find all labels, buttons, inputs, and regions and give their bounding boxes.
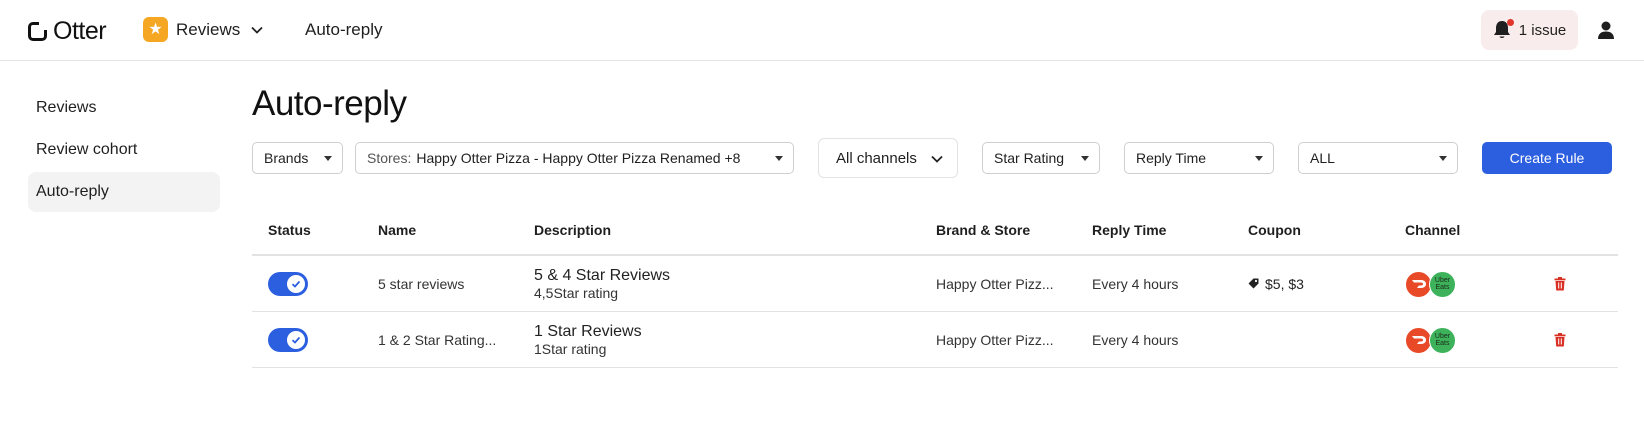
issues-button[interactable]: 1 issue (1481, 10, 1578, 50)
column-header-channel: Channel (1405, 222, 1461, 238)
otter-logo[interactable]: Otter (28, 17, 107, 46)
breadcrumb-current: Auto-reply (305, 20, 383, 39)
description-subtitle: 4,5Star rating (534, 285, 619, 301)
caret-down-icon (1439, 155, 1447, 161)
reply-time: Every 4 hours (1092, 332, 1179, 348)
star-rating-filter-label: Star Rating (994, 150, 1065, 166)
brands-filter-label: Brands (264, 150, 309, 166)
doordash-icon (1405, 270, 1432, 298)
notification-dot (1506, 19, 1514, 26)
channels-filter[interactable]: All channels (818, 138, 958, 178)
brand-store: Happy Otter Pizz... (936, 332, 1054, 348)
brand-store: Happy Otter Pizz... (936, 276, 1054, 292)
reply-time-filter-label: Reply Time (1136, 150, 1207, 166)
caret-down-icon (1081, 155, 1089, 161)
create-rule-button[interactable]: Create Rule (1482, 142, 1612, 174)
coupon-cell: $5, $3 (1248, 256, 1304, 312)
bell-icon (1493, 19, 1514, 40)
otter-logo-icon (28, 22, 47, 41)
uber-eats-icon: Uber Eats (1429, 326, 1456, 354)
check-icon (287, 275, 305, 293)
product-label: Reviews (176, 19, 241, 39)
column-header-brand-store: Brand & Store (936, 222, 1031, 238)
uber-eats-icon: Uber Eats (1429, 270, 1456, 298)
table-header: Status Name Description Brand & Store Re… (252, 210, 1618, 256)
product-switcher[interactable]: ★ Reviews (143, 17, 266, 42)
chevron-down-icon (931, 150, 943, 167)
description-title: 1 Star Reviews (534, 323, 642, 340)
rule-name: 1 & 2 Star Rating... (378, 332, 497, 348)
column-header-reply-time: Reply Time (1092, 222, 1167, 238)
sidebar-item-review-cohort[interactable]: Review cohort (28, 130, 220, 170)
channels-filter-label: All channels (836, 149, 917, 167)
sidebar: Reviews Review cohort Auto-reply (28, 88, 220, 214)
stores-filter[interactable]: Stores: Happy Otter Pizza - Happy Otter … (355, 142, 794, 174)
tag-icon (1248, 276, 1259, 292)
status-toggle[interactable] (268, 272, 308, 296)
page-title: Auto-reply (252, 84, 407, 123)
issue-count-label: 1 issue (1518, 21, 1567, 39)
top-bar: Otter ★ Reviews Auto-reply 1 issue (0, 0, 1644, 61)
check-icon (287, 331, 305, 349)
doordash-icon (1405, 326, 1432, 354)
trash-icon (1554, 277, 1568, 291)
user-account-icon[interactable] (1596, 20, 1616, 40)
sidebar-item-auto-reply[interactable]: Auto-reply (28, 172, 220, 212)
star-icon: ★ (143, 17, 168, 42)
sidebar-item-reviews[interactable]: Reviews (28, 88, 220, 128)
reply-time: Every 4 hours (1092, 276, 1179, 292)
table-row[interactable]: 5 star reviews 5 & 4 Star Reviews 4,5Sta… (252, 256, 1618, 312)
caret-down-icon (775, 155, 783, 161)
status-filter[interactable]: ALL (1298, 142, 1458, 174)
caret-down-icon (324, 155, 332, 161)
channel-cell: Uber Eats (1405, 312, 1456, 368)
stores-filter-prefix: Stores: (367, 150, 412, 166)
description-title: 5 & 4 Star Reviews (534, 267, 671, 284)
description-cell: 5 & 4 Star Reviews 4,5Star rating (534, 256, 670, 312)
brands-filter[interactable]: Brands (252, 142, 343, 174)
description-cell: 1 Star Reviews 1Star rating (534, 312, 642, 368)
stores-filter-value: Happy Otter Pizza - Happy Otter Pizza Re… (416, 150, 741, 166)
sidebar-item-label: Auto-reply (36, 183, 109, 200)
rules-table: Status Name Description Brand & Store Re… (252, 210, 1618, 368)
trash-icon (1554, 333, 1568, 347)
reply-time-filter[interactable]: Reply Time (1124, 142, 1274, 174)
column-header-coupon: Coupon (1248, 222, 1301, 238)
sidebar-item-label: Reviews (36, 99, 97, 116)
delete-button[interactable] (1554, 312, 1568, 368)
status-filter-label: ALL (1310, 150, 1335, 166)
delete-button[interactable] (1554, 256, 1568, 312)
table-row[interactable]: 1 & 2 Star Rating... 1 Star Reviews 1Sta… (252, 312, 1618, 368)
column-header-name: Name (378, 222, 417, 238)
chevron-down-icon (248, 21, 266, 39)
sidebar-item-label: Review cohort (36, 141, 138, 158)
status-cell (268, 312, 308, 368)
star-rating-filter[interactable]: Star Rating (982, 142, 1100, 174)
coupon-value: $5, $3 (1265, 276, 1304, 292)
description-subtitle: 1Star rating (534, 341, 607, 357)
channel-cell: Uber Eats (1405, 256, 1456, 312)
rule-name: 5 star reviews (378, 276, 465, 292)
column-header-status: Status (268, 222, 311, 238)
caret-down-icon (1255, 155, 1263, 161)
status-toggle[interactable] (268, 328, 308, 352)
column-header-description: Description (534, 222, 612, 238)
logo-text: Otter (53, 17, 107, 45)
status-cell (268, 256, 308, 312)
